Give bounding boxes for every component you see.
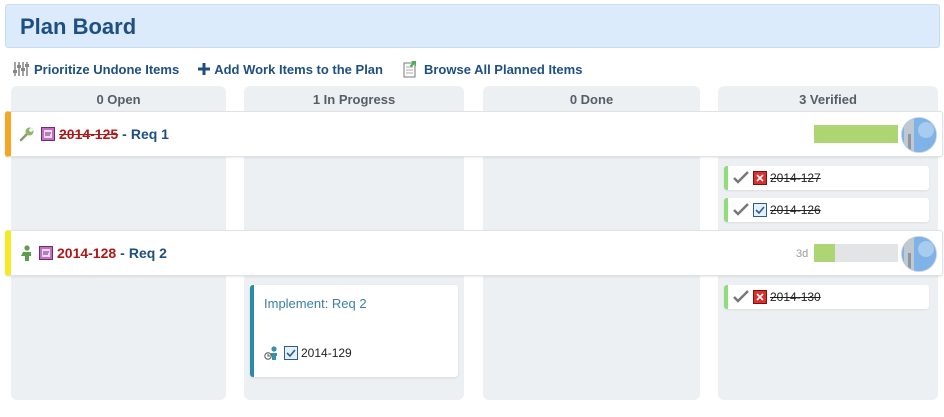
bug-icon (753, 290, 767, 304)
task-item[interactable]: 2014-130 (724, 285, 929, 309)
bug-icon (753, 171, 767, 185)
separator: - (120, 245, 125, 261)
req-id-link[interactable]: 2014-128 (57, 245, 116, 261)
browse-planned-label: Browse All Planned Items (423, 61, 583, 77)
progress-fill (814, 244, 835, 262)
avatar[interactable] (901, 117, 937, 153)
checkmark-icon (733, 203, 749, 217)
req-id-link[interactable]: 2014-125 (59, 126, 118, 142)
checkmark-icon (733, 290, 749, 304)
progress-fill (814, 125, 898, 143)
avatar[interactable] (901, 236, 937, 272)
task-item[interactable]: 2014-127 (724, 166, 929, 190)
progress-bar (814, 244, 898, 262)
progress-bar (814, 125, 898, 143)
browse-planned-button[interactable]: Browse All Planned Items (402, 60, 582, 78)
remaining-time: 3d (796, 248, 809, 260)
swimlane-req-1[interactable]: 2014-125 - Req 1 (5, 111, 943, 157)
task-id[interactable]: 2014-127 (770, 171, 821, 185)
checkbox-icon (753, 203, 767, 217)
checkbox-icon (284, 346, 298, 360)
task-item[interactable]: 2014-126 (724, 198, 929, 222)
swimlane-req-2[interactable]: 2014-128 - Req 2 3d (5, 230, 943, 276)
page-header: Plan Board (5, 4, 940, 48)
assignee-icon (264, 345, 280, 361)
column-header-in-progress: 1 In Progress (312, 92, 396, 107)
document-arrow-icon (402, 60, 420, 78)
add-work-items-label: Add Work Items to the Plan (214, 61, 383, 77)
column-header-done: 0 Done (569, 92, 614, 107)
add-work-items-button[interactable]: Add Work Items to the Plan (198, 62, 383, 77)
column-header-open: 0 Open (96, 92, 141, 107)
person-icon (19, 245, 33, 261)
prioritize-label: Prioritize Undone Items (34, 61, 180, 77)
req-title[interactable]: Req 1 (131, 126, 169, 142)
sliders-icon (12, 61, 30, 77)
task-id[interactable]: 2014-126 (770, 203, 821, 217)
task-id[interactable]: 2014-130 (770, 290, 821, 304)
work-item-card[interactable]: Implement: Req 2 2014-129 (250, 285, 458, 377)
column-header-verified: 3 Verified (799, 92, 857, 107)
card-footer: 2014-129 (264, 345, 352, 361)
separator: - (122, 126, 127, 142)
prioritize-button[interactable]: Prioritize Undone Items (12, 61, 179, 77)
wrench-icon (19, 126, 35, 142)
card-title[interactable]: Implement: Req 2 (264, 296, 367, 311)
requirement-icon (41, 127, 55, 141)
page-title: Plan Board (20, 14, 137, 39)
req-title[interactable]: Req 2 (129, 245, 167, 261)
toolbar: Prioritize Undone Items Add Work Items t… (12, 58, 601, 80)
requirement-icon (39, 246, 53, 260)
checkmark-icon (733, 171, 749, 185)
plus-icon (198, 63, 211, 75)
card-id[interactable]: 2014-129 (301, 346, 352, 360)
